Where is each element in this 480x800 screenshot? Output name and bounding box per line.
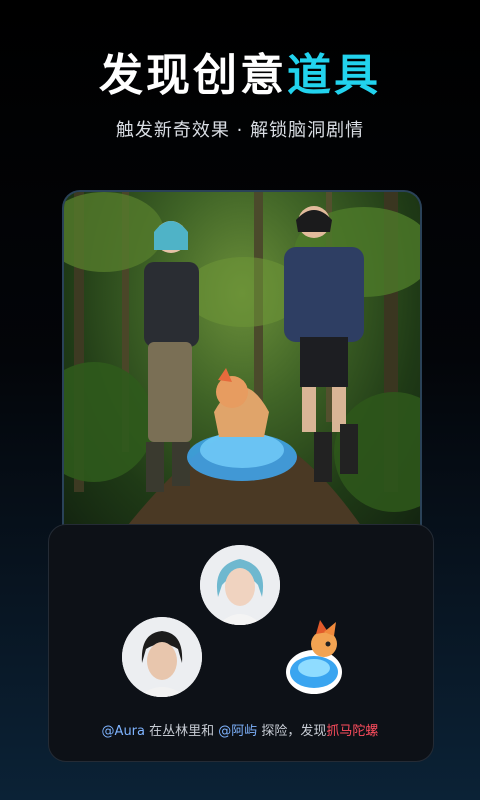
caption-text-1: 在丛林里和 — [145, 724, 219, 739]
mention-aura[interactable]: @Aura — [102, 724, 145, 739]
caption-text-2: 探险，发现 — [257, 724, 327, 739]
spinning-top-horse-icon — [284, 614, 354, 704]
title-main: 发现创意 — [99, 50, 287, 101]
title-accent: 道具 — [287, 50, 381, 101]
avatar-aura-portrait — [200, 545, 280, 625]
avatar-ayu — [122, 617, 202, 697]
jungle-scene-image — [62, 190, 422, 530]
avatar-aura — [200, 545, 280, 625]
page-subtitle: 触发新奇效果 · 解锁脑洞剧情 — [115, 120, 365, 141]
page-title: 发现创意道具 — [0, 48, 480, 104]
avatar-ayu-portrait — [122, 617, 202, 697]
caption-highlight: 抓马陀螺 — [326, 724, 379, 739]
demo-caption: @Aura 在丛林里和 @阿屿 探险，发现抓马陀螺 — [48, 720, 432, 739]
jungle-scene-illustration — [64, 192, 420, 530]
mention-ayu[interactable]: @阿屿 — [218, 724, 257, 739]
